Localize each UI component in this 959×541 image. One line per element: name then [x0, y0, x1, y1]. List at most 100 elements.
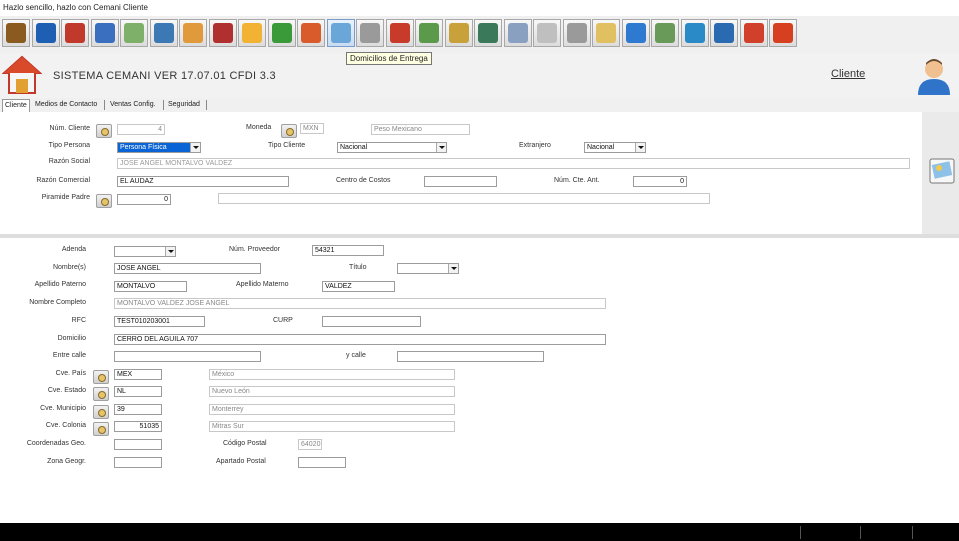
user-button[interactable]	[179, 19, 207, 47]
apartado-postal-field[interactable]	[298, 457, 346, 468]
status-bar	[0, 523, 959, 541]
cancel-button[interactable]	[739, 19, 768, 47]
razon-comercial-label: Razón Comercial	[36, 177, 90, 184]
deer-button[interactable]	[592, 19, 620, 47]
nombres-field[interactable]: JOSE ANGEL	[114, 263, 261, 274]
rfc-field[interactable]: TEST010203001	[114, 316, 205, 327]
users-button[interactable]	[149, 19, 178, 47]
user-avatar-icon	[918, 59, 950, 95]
tipo-cliente-dropdown-arrow[interactable]	[436, 143, 446, 152]
cve-estado-field[interactable]: NL	[114, 386, 162, 397]
piramide-padre-lookup-button[interactable]	[96, 194, 112, 208]
hang-tag-icon	[537, 23, 557, 43]
moneda-lookup-button[interactable]	[281, 124, 297, 138]
edit-button[interactable]	[444, 19, 473, 47]
map-button[interactable]	[90, 19, 119, 47]
search-icon	[507, 23, 528, 43]
adenda-dropdown-arrow[interactable]	[165, 247, 175, 256]
home-icon	[301, 23, 321, 43]
paperclip-button[interactable]	[562, 19, 591, 47]
contact-button[interactable]	[621, 19, 650, 47]
piramide-padre-field[interactable]: 0	[117, 194, 171, 205]
money-icon	[124, 23, 144, 43]
chart-button[interactable]	[61, 19, 89, 47]
cve-municipio-label: Cve. Municipio	[40, 405, 86, 412]
save-button[interactable]	[31, 19, 60, 47]
money-button[interactable]	[120, 19, 148, 47]
colonia-lookup-button[interactable]	[93, 422, 109, 436]
sun-button[interactable]	[238, 19, 266, 47]
colonia-name-field: Mitras Sur	[209, 421, 455, 432]
zona-geogr-label: Zona Geogr.	[47, 458, 86, 465]
curp-label: CURP	[273, 317, 293, 324]
tab-seguridad[interactable]: Seguridad	[166, 99, 202, 112]
razon-social-field[interactable]: JOSE ANGEL MONTALVO VALDEZ	[117, 158, 910, 169]
cash-icon	[419, 23, 439, 43]
domicilio-field[interactable]: CERRO DEL AGUILA 707	[114, 334, 606, 345]
help-button[interactable]	[769, 19, 797, 47]
tab-cliente[interactable]: Cliente	[2, 99, 30, 112]
delivery-address-button[interactable]	[326, 19, 355, 47]
scale-button[interactable]	[651, 19, 679, 47]
sun-icon	[242, 23, 262, 43]
cve-municipio-field[interactable]: 39	[114, 404, 162, 415]
rose-icon	[212, 23, 233, 43]
exit-button[interactable]	[2, 19, 30, 47]
chart-icon	[65, 23, 85, 43]
centro-costos-field[interactable]	[424, 176, 497, 187]
tipo-cliente-select[interactable]: Nacional	[337, 142, 447, 153]
y-calle-field[interactable]	[397, 351, 544, 362]
estado-lookup-button[interactable]	[93, 387, 109, 401]
window-title: Hazlo sencillo, hazlo con Cemani Cliente	[0, 0, 959, 16]
zona-geogr-field[interactable]	[114, 457, 162, 468]
num-cliente-lookup-button[interactable]	[96, 124, 112, 138]
tab-medios-contacto[interactable]: Medios de Contacto	[33, 99, 99, 112]
apellido-materno-field[interactable]: VALDEZ	[322, 281, 395, 292]
curp-field[interactable]	[322, 316, 421, 327]
rose-button[interactable]	[208, 19, 237, 47]
header-bar: SISTEMA CEMANI VER 17.07.01 CFDI 3.3 Cli…	[0, 53, 959, 98]
home-button[interactable]	[297, 19, 325, 47]
moneda-name-field: Peso Mexicano	[371, 124, 470, 135]
num-cliente-label: Núm. Cliente	[49, 125, 90, 132]
tab-ventas-config[interactable]: Ventas Config.	[108, 99, 158, 112]
pais-lookup-button[interactable]	[93, 370, 109, 384]
invoice-button[interactable]	[385, 19, 414, 47]
extranjero-dropdown-arrow[interactable]	[635, 143, 645, 152]
client-link[interactable]: Cliente	[831, 68, 865, 80]
titulo-dropdown-arrow[interactable]	[448, 264, 458, 273]
status-panel-2	[860, 526, 861, 539]
tipo-persona-dropdown-arrow[interactable]	[190, 143, 200, 152]
razon-comercial-field[interactable]: EL AUDAZ	[117, 176, 289, 187]
moneda-code-field[interactable]: MXN	[300, 123, 324, 134]
rfc-label: RFC	[71, 317, 86, 324]
photo-icon[interactable]	[927, 156, 957, 186]
cve-colonia-field[interactable]: 51035	[114, 421, 162, 432]
cve-pais-field[interactable]: MEX	[114, 369, 162, 380]
paperclip-icon	[566, 23, 587, 43]
map-icon	[94, 23, 115, 43]
search-button[interactable]	[503, 19, 532, 47]
num-cte-ant-field[interactable]: 0	[633, 176, 687, 187]
num-proveedor-field[interactable]: 54321	[312, 245, 384, 256]
trash-button[interactable]	[710, 19, 738, 47]
tools-button[interactable]	[474, 19, 502, 47]
recycle-button[interactable]	[680, 19, 709, 47]
nombre-completo-label: Nombre Completo	[29, 299, 86, 306]
cash-button[interactable]	[415, 19, 443, 47]
codigo-postal-field: 64020	[298, 439, 322, 450]
home-icon[interactable]	[2, 55, 42, 95]
printer-100-button[interactable]	[356, 19, 384, 47]
hang-tag-button[interactable]	[533, 19, 561, 47]
num-cliente-field[interactable]: 4	[117, 124, 165, 135]
entre-calle-field[interactable]	[114, 351, 261, 362]
adenda-label: Adenda	[61, 246, 86, 253]
apellido-paterno-field[interactable]: MONTALVO	[114, 281, 187, 292]
shield-button[interactable]	[267, 19, 296, 47]
tipo-persona-select[interactable]: Persona Física	[117, 142, 201, 153]
printer-100-icon	[360, 23, 380, 43]
municipio-lookup-button[interactable]	[93, 405, 109, 419]
invoice-icon	[389, 23, 410, 43]
coordenadas-field[interactable]	[114, 439, 162, 450]
apellido-paterno-label: Apellido Paterno	[34, 281, 86, 288]
